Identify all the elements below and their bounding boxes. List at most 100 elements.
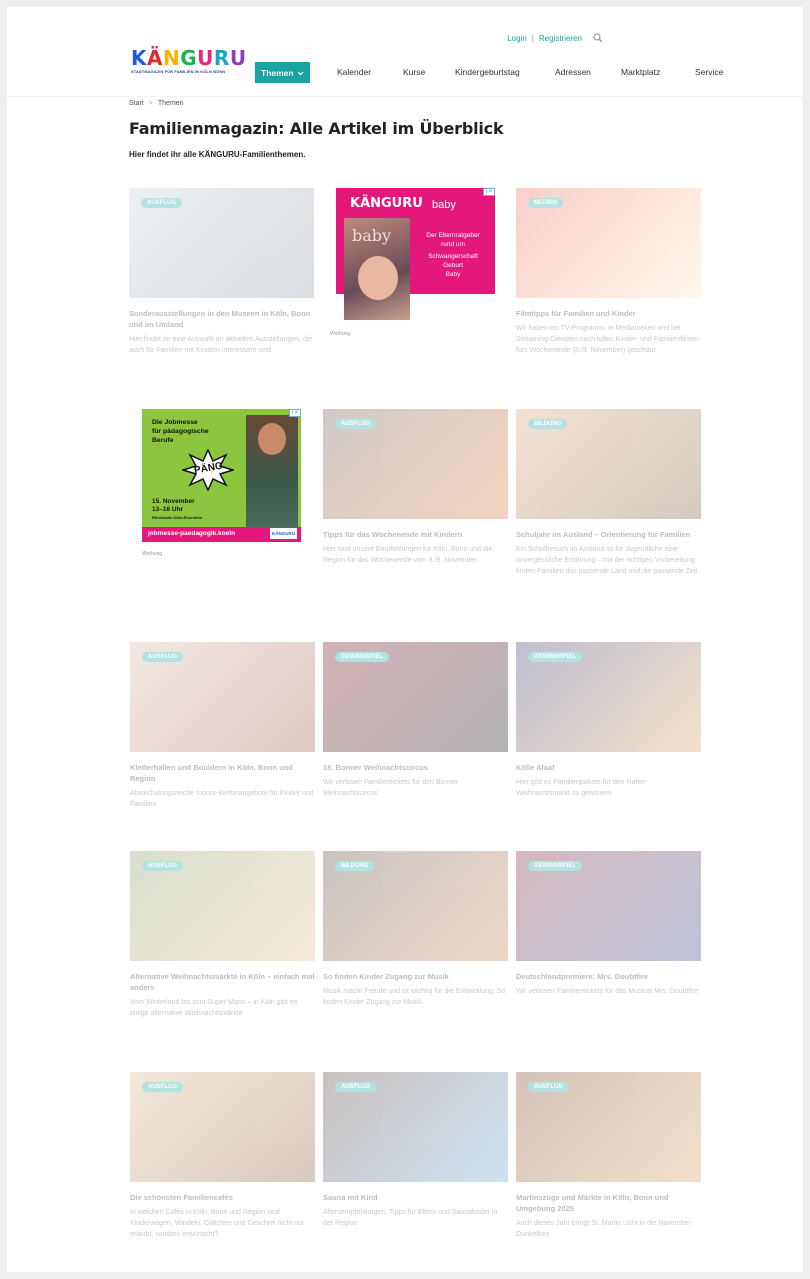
breadcrumb-separator: > xyxy=(148,100,153,107)
ad-kanguru-baby[interactable]: KÄNGURU baby baby Der Elternratgeber run… xyxy=(330,188,495,337)
category-tag: MEDIEN xyxy=(528,198,564,208)
article-title[interactable]: 18. Bonner Weihnachtscircus xyxy=(323,762,508,773)
ad-label: Werbung xyxy=(142,551,163,557)
nav-item-service[interactable]: Service xyxy=(695,67,723,77)
ad-jobmesse[interactable]: Die Jobmesse für pädagogische Berufe PÄN… xyxy=(142,409,301,557)
article-card[interactable]: AUSFLUG Kletterhallen und Bouldern in Kö… xyxy=(130,642,315,810)
article-title[interactable]: Tipps für das Wochenende mit Kindern xyxy=(323,529,508,540)
article-title[interactable]: Kletterhallen und Bouldern in Köln, Bonn… xyxy=(130,762,315,784)
article-image: AUSFLUG xyxy=(516,1072,701,1182)
article-title[interactable]: Martinszüge und Märkte in Köln, Bonn und… xyxy=(516,1192,701,1214)
breadcrumb: Start > Themen xyxy=(129,100,184,107)
category-tag: BILDUNG xyxy=(528,419,568,429)
article-card[interactable]: AUSFLUG Tipps für das Wochenende mit Kin… xyxy=(323,409,508,566)
article-image: GEWINNSPIEL xyxy=(516,851,701,961)
category-tag: AUSFLUG xyxy=(528,1082,569,1092)
link-separator: | xyxy=(531,33,534,43)
ad-jobmesse-time: 13–16 Uhr xyxy=(152,506,184,513)
article-title[interactable]: Die schönsten Familiencafés xyxy=(130,1192,315,1203)
article-title[interactable]: Filmtipps für Familien und Kinder xyxy=(516,308,701,319)
adchoices-icon[interactable]: i × xyxy=(483,188,495,196)
login-link[interactable]: Login xyxy=(507,34,527,43)
article-card[interactable]: AUSFLUG Die schönsten Familiencafés In w… xyxy=(130,1072,315,1240)
article-teaser: Musik macht Freude und ist wichtig für d… xyxy=(323,988,506,1006)
article-title[interactable]: Kölle Alaaf xyxy=(516,762,701,773)
ad-jobmesse-place: Rheinhalle Köln-Ehrenfeld xyxy=(152,515,203,520)
ad-jobmesse-line3: Berufe xyxy=(152,437,174,444)
article-title[interactable]: So finden Kinder Zugang zur Musik xyxy=(323,971,508,982)
logo-tagline: STADTMAGAZIN FÜR FAMILIEN IN KÖLN BONN xyxy=(131,70,226,74)
article-card[interactable]: BILDUNG Schuljahr im Ausland – Orientier… xyxy=(516,409,701,577)
ad-baby-cover-word: baby xyxy=(352,226,392,245)
category-tag: AUSFLUG xyxy=(142,861,183,871)
breadcrumb-start[interactable]: Start xyxy=(129,100,144,107)
article-teaser: Abwechslungsreiche Indoor-Kletterangebot… xyxy=(130,790,314,808)
article-teaser: Hier sind unsere Empfehlungen für Köln, … xyxy=(323,546,493,564)
adchoices-icon[interactable]: i × xyxy=(289,409,301,417)
article-teaser: Ein Schulbesuch im Ausland ist für Jugen… xyxy=(516,546,700,575)
article-teaser: Hier gibt es Familienpakete für den Hafe… xyxy=(516,779,648,797)
ad-jobmesse-person xyxy=(246,415,298,527)
page-title: Familienmagazin: Alle Artikel im Überbli… xyxy=(129,119,504,138)
article-title[interactable]: Deutschlandpremiere: Mrs. Doubtfire xyxy=(516,971,701,982)
category-tag: AUSFLUG xyxy=(335,1082,376,1092)
logo-letter: U xyxy=(229,46,247,70)
ad-jobmesse-line1: Die Jobmesse xyxy=(152,419,198,426)
nav-item-kindergeburtstag[interactable]: Kindergeburtstag xyxy=(455,67,520,77)
site-header: Login | Registrieren KÄNGURU STADTMAGAZI… xyxy=(7,7,803,97)
ad-baby-brand: KÄNGURU xyxy=(350,196,423,211)
article-title[interactable]: Sauna mit Kind xyxy=(323,1192,508,1203)
ad-baby-line1: Der Elternratgeber xyxy=(426,232,480,239)
article-image: AUSFLUG xyxy=(130,642,315,752)
article-teaser: Wir verlosen Familientickets für das Mus… xyxy=(516,988,699,995)
ad-jobmesse-footer: jobmesse-paedagogik.koeln KÄNGURU xyxy=(142,527,301,542)
article-image: AUSFLUG xyxy=(129,188,314,298)
article-title[interactable]: Schuljahr im Ausland – Orientierung für … xyxy=(516,529,701,540)
category-tag: AUSFLUG xyxy=(141,198,182,208)
article-image: BILDUNG xyxy=(323,851,508,961)
nav-item-marktplatz[interactable]: Marktplatz xyxy=(621,67,660,77)
category-tag: AUSFLUG xyxy=(335,419,376,429)
article-teaser: Wir verlosen Familientickets für den Bon… xyxy=(323,779,459,797)
nav-item-kalender[interactable]: Kalender xyxy=(337,67,371,77)
ad-jobmesse-url[interactable]: jobmesse-paedagogik.koeln xyxy=(148,530,235,537)
main-nav: Themen Kalender Kurse Kindergeburtstag A… xyxy=(255,62,723,83)
logo-letter: N xyxy=(162,46,181,70)
article-card[interactable]: GEWINNSPIEL Kölle Alaaf Hier gibt es Fam… xyxy=(516,642,701,799)
ad-jobmesse-date: 15. November xyxy=(152,498,195,505)
nav-item-kurse[interactable]: Kurse xyxy=(403,67,425,77)
face-shape xyxy=(258,423,286,455)
nav-themen-label: Themen xyxy=(261,67,294,78)
ad-baby-line2: rund um xyxy=(441,241,465,248)
logo-letter: K xyxy=(131,46,147,70)
article-card[interactable]: GEWINNSPIEL Deutschlandpremiere: Mrs. Do… xyxy=(516,851,701,997)
article-title[interactable]: Sonderausstellungen in den Museen in Köl… xyxy=(129,308,314,330)
article-teaser: Wir haben ins TV-Programm, in Mediatheke… xyxy=(516,325,699,354)
article-title[interactable]: Alternative Weihnachtsmärkte in Köln – e… xyxy=(130,971,315,993)
register-link[interactable]: Registrieren xyxy=(539,34,582,43)
article-teaser: Vom Winterland bis zum Super Mario – in … xyxy=(130,999,298,1017)
article-card[interactable]: AUSFLUG Sonderausstellungen in den Musee… xyxy=(129,188,314,356)
page: Login | Registrieren KÄNGURU STADTMAGAZI… xyxy=(7,7,803,1272)
search-icon[interactable] xyxy=(593,33,603,43)
nav-item-adressen[interactable]: Adressen xyxy=(555,67,591,77)
article-card[interactable]: AUSFLUG Alternative Weihnachtsmärkte in … xyxy=(130,851,315,1019)
category-tag: AUSFLUG xyxy=(142,1082,183,1092)
article-card[interactable]: AUSFLUG Sauna mit Kind Altersempfehlunge… xyxy=(323,1072,508,1229)
article-teaser: Altersempfehlungen, Tipps für Eltern und… xyxy=(323,1209,498,1227)
category-tag: BILDUNG xyxy=(335,861,375,871)
article-image: BILDUNG xyxy=(516,409,701,519)
ad-baby-line3: Schwangerschaft xyxy=(428,253,478,260)
logo-letter: Ä xyxy=(147,46,163,70)
nav-themen-button[interactable]: Themen xyxy=(255,62,310,83)
article-card[interactable]: AUSFLUG Martinszüge und Märkte in Köln, … xyxy=(516,1072,701,1240)
kanguru-logo[interactable]: KÄNGURU STADTMAGAZIN FÜR FAMILIEN IN KÖL… xyxy=(131,48,247,81)
article-card[interactable]: GEWINNSPIEL 18. Bonner Weihnachtscircus … xyxy=(323,642,508,799)
logo-letter: G xyxy=(180,46,198,70)
category-tag: GEWINNSPIEL xyxy=(335,652,390,662)
chevron-down-icon xyxy=(297,68,304,78)
article-card[interactable]: BILDUNG So finden Kinder Zugang zur Musi… xyxy=(323,851,508,1008)
burst-shape: PÄNG xyxy=(180,448,236,492)
ad-baby-cover-image: baby xyxy=(344,218,410,320)
article-card[interactable]: MEDIEN Filmtipps für Familien und Kinder… xyxy=(516,188,701,356)
